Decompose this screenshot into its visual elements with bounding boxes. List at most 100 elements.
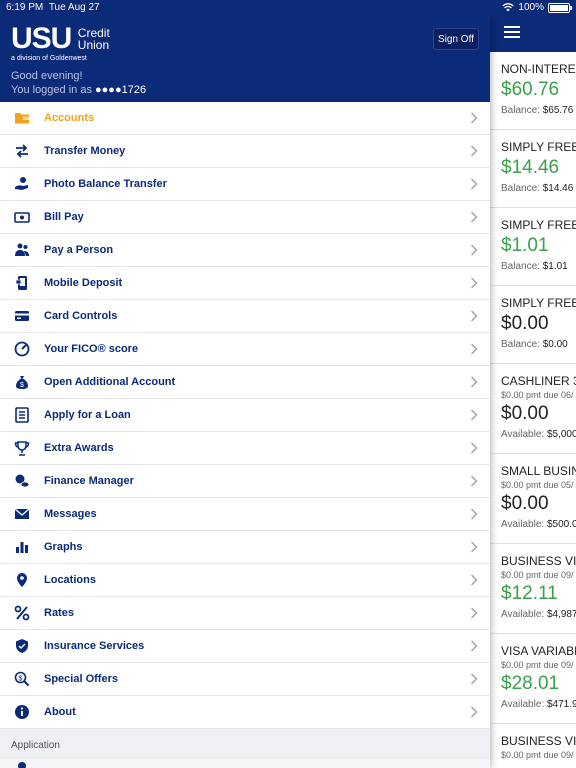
mobile-deposit-icon <box>0 275 44 291</box>
chevron-right-icon <box>471 376 478 388</box>
info-icon <box>0 704 44 720</box>
account-name: VISA VARIABL <box>501 644 576 658</box>
chevron-right-icon <box>471 706 478 718</box>
account-detail-value: $14.46 <box>542 183 574 194</box>
menu-item-label: Finance Manager <box>44 475 134 487</box>
chevron-right-icon <box>471 145 478 157</box>
chevron-right-icon <box>471 211 478 223</box>
account-list: NON-INTEREST $60.76 Balance: $65.76 SIMPLY … <box>490 52 576 768</box>
hamburger-menu-icon[interactable] <box>504 26 520 38</box>
account-card[interactable]: CASHLINER 3 $0.00 pmt due 06/ $0.00 Availab… <box>490 364 576 454</box>
menu-item-label: Open Additional Account <box>44 376 176 388</box>
menu-item-special-offers[interactable]: $ Special Offers <box>0 663 490 696</box>
menu-item-mobile-deposit[interactable]: Mobile Deposit <box>0 267 490 300</box>
menu-item-label: Apply for a Loan <box>44 409 131 421</box>
account-detail: Available: $5,000. <box>501 429 576 440</box>
status-indicators: 100% <box>502 2 572 13</box>
status-time: 6:19 PM <box>6 2 44 13</box>
account-payment-due: $0.00 pmt due 09/ <box>501 570 574 580</box>
status-time-date: 6:19 PM Tue Aug 27 <box>6 2 100 13</box>
account-detail: Available: $500.00 <box>501 519 576 530</box>
battery-icon <box>548 2 572 13</box>
logged-in-line: You logged in as ●●●●1726 <box>11 83 146 97</box>
account-detail-label: Balance: <box>501 183 540 194</box>
status-date: Tue Aug 27 <box>48 2 100 13</box>
menu-list: Accounts Transfer Money Photo Balance Tran… <box>0 102 490 729</box>
chevron-right-icon <box>471 112 478 124</box>
menu-item-bill-pay[interactable]: Bill Pay <box>0 201 490 234</box>
account-payment-due: $0.00 pmt due 05/ <box>501 480 574 490</box>
card-icon <box>0 308 44 324</box>
menu-item-insurance-services[interactable]: Insurance Services <box>0 630 490 663</box>
chevron-right-icon <box>471 178 478 190</box>
greeting-block: Good evening! You logged in as ●●●●1726 <box>11 69 146 97</box>
chevron-right-icon <box>471 277 478 289</box>
menu-item-finance-manager[interactable]: Finance Manager <box>0 465 490 498</box>
menu-item-apply-for-a-loan[interactable]: Apply for a Loan <box>0 399 490 432</box>
chevron-right-icon <box>471 442 478 454</box>
account-amount: $60.76 <box>501 79 560 100</box>
account-card[interactable]: NON-INTEREST $60.76 Balance: $65.76 <box>490 52 576 130</box>
menu-item-label: Bill Pay <box>44 211 84 223</box>
people-icon <box>0 242 44 258</box>
account-detail: Balance: $1.01 <box>501 261 576 272</box>
account-amount: $1.01 <box>501 235 549 256</box>
account-payment-due: $0.00 pmt due 06/ <box>501 390 574 400</box>
menu-item-partial[interactable] <box>0 759 490 768</box>
account-payment-due: $0.00 pmt due 09/ <box>501 750 574 760</box>
menu-item-label: Card Controls <box>44 310 118 322</box>
account-name: NON-INTEREST <box>501 62 576 76</box>
wifi-icon <box>502 3 515 12</box>
menu-item-photo-balance-transfer[interactable]: Photo Balance Transfer <box>0 168 490 201</box>
menu-item-your-fico-score[interactable]: Your FICO® score <box>0 333 490 366</box>
accounts-header <box>490 16 576 52</box>
logo-usu-text: USU <box>11 22 72 55</box>
menu-item-graphs[interactable]: Graphs <box>0 531 490 564</box>
menu-item-locations[interactable]: Locations <box>0 564 490 597</box>
account-detail-value: $5,000. <box>546 429 576 440</box>
menu-item-accounts[interactable]: Accounts <box>0 102 490 135</box>
menu-item-open-additional-account[interactable]: $ Open Additional Account <box>0 366 490 399</box>
account-detail: Available: $4,987. <box>501 609 576 620</box>
menu-item-about[interactable]: About <box>0 696 490 729</box>
account-card[interactable]: BUSINESS VIS $0.00 pmt due 09/ <box>490 724 576 768</box>
chevron-right-icon <box>471 673 478 685</box>
menu-item-label: About <box>44 706 76 718</box>
chevron-right-icon <box>471 508 478 520</box>
account-detail-value: $4,987. <box>546 609 576 620</box>
account-detail-value: $500.00 <box>546 519 576 530</box>
chevron-right-icon <box>471 574 478 586</box>
account-detail-value: $0.00 <box>542 339 568 350</box>
account-card[interactable]: SIMPLY FREE $14.46 Balance: $14.46 <box>490 130 576 208</box>
menu-item-label: Mobile Deposit <box>44 277 123 289</box>
account-name: SMALL BUSIN <box>501 464 576 478</box>
search-dollar-icon: $ <box>0 671 44 687</box>
account-name: SIMPLY FREE <box>501 218 576 232</box>
account-detail-label: Available: <box>501 429 545 440</box>
account-card[interactable]: VISA VARIABL $0.00 pmt due 09/ $28.01 Avail… <box>490 634 576 724</box>
account-detail: Balance: $65.76 <box>501 105 576 116</box>
account-name: BUSINESS VIS <box>501 554 576 568</box>
shield-icon <box>0 638 44 654</box>
menu-item-label: Graphs <box>44 541 83 553</box>
menu-item-messages[interactable]: Messages <box>0 498 490 531</box>
menu-item-pay-a-person[interactable]: Pay a Person <box>0 234 490 267</box>
menu-item-rates[interactable]: Rates <box>0 597 490 630</box>
chevron-right-icon <box>471 343 478 355</box>
account-detail: Balance: $0.00 <box>501 339 576 350</box>
menu-item-label: Accounts <box>44 112 95 124</box>
svg-text:$: $ <box>20 382 24 389</box>
document-icon <box>0 407 44 423</box>
account-card[interactable]: BUSINESS VIS $0.00 pmt due 09/ $12.11 Avail… <box>490 544 576 634</box>
menu-item-label: Rates <box>44 607 74 619</box>
account-detail: Balance: $14.46 <box>501 183 576 194</box>
account-card[interactable]: SIMPLY FREE $0.00 Balance: $0.00 <box>490 286 576 364</box>
account-card[interactable]: SMALL BUSIN $0.00 pmt due 05/ $0.00 Availab… <box>490 454 576 544</box>
account-card[interactable]: SIMPLY FREE $1.01 Balance: $1.01 <box>490 208 576 286</box>
account-amount: $14.46 <box>501 157 560 178</box>
menu-item-transfer-money[interactable]: Transfer Money <box>0 135 490 168</box>
menu-item-card-controls[interactable]: Card Controls <box>0 300 490 333</box>
menu-item-extra-awards[interactable]: Extra Awards <box>0 432 490 465</box>
sign-off-button[interactable]: Sign Off <box>433 28 479 50</box>
folder-icon <box>0 110 44 126</box>
